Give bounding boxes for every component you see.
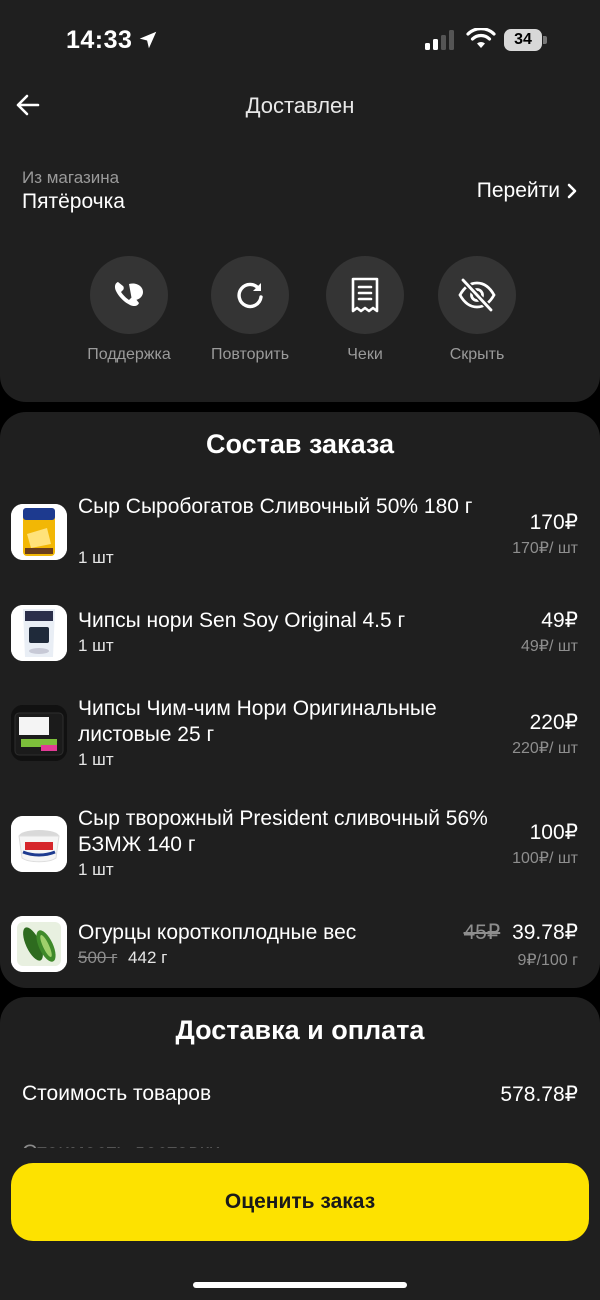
- item-name: Чипсы нори Sen Soy Original 4.5 г: [78, 609, 406, 632]
- rate-order-button[interactable]: Оценить заказ: [11, 1163, 589, 1241]
- status-time: 14:33: [66, 26, 133, 54]
- store-caption: Из магазина: [22, 168, 120, 187]
- item-qty-actual: 442 г: [128, 948, 168, 967]
- repeat-icon: [237, 282, 263, 309]
- hide-button[interactable]: Скрыть: [407, 256, 547, 364]
- item-price-old: 45₽: [463, 921, 501, 944]
- status-bar: 14:33 34: [0, 0, 600, 80]
- support-icon: [114, 282, 143, 307]
- support-button[interactable]: Поддержка: [59, 256, 199, 364]
- location-arrow-icon: [139, 31, 157, 49]
- item-qty: 500 г 442 г: [78, 948, 167, 968]
- goods-cost-value: 578.78₽: [500, 1083, 578, 1106]
- store-name: Пятёрочка: [22, 190, 125, 213]
- item-price: 100₽: [529, 821, 578, 844]
- item-price: 220₽: [529, 711, 578, 734]
- item-qty: 1 шт: [78, 548, 114, 567]
- goods-cost-label: Стоимость товаров: [22, 1082, 212, 1105]
- goto-store-label: Перейти: [476, 179, 560, 202]
- receipt-icon: [351, 277, 379, 313]
- order-section-title: Состав заказа: [205, 429, 394, 459]
- item-unit-price: 220₽/ шт: [512, 740, 578, 757]
- item-unit-price: 100₽/ шт: [512, 850, 578, 867]
- item-price-actual: 39.78₽: [512, 921, 578, 944]
- chevron-right-icon: [567, 183, 577, 199]
- item-qty: 1 шт: [78, 750, 114, 769]
- product-image-nori-chips: [11, 605, 67, 661]
- battery-tip: [543, 36, 547, 44]
- item-price: 49₽: [541, 609, 578, 632]
- item-qty: 1 шт: [78, 636, 114, 655]
- product-image-chimchim: [11, 705, 67, 761]
- item-qty: 1 шт: [78, 860, 114, 879]
- hide-icon: [458, 278, 496, 312]
- repeat-icon-circle: [211, 256, 289, 334]
- page-title: Доставлен: [245, 93, 355, 118]
- item-name: Сыр творожный President сливочный 56% БЗ…: [78, 807, 488, 856]
- receipt-icon-circle: [326, 256, 404, 334]
- item-price: 45₽ 39.78₽: [464, 920, 579, 945]
- product-image-cheese: [11, 504, 67, 560]
- item-unit-price: 9₽/100 г: [517, 952, 579, 969]
- order-items-card: Состав заказа Сыр Сыробогатов Сливочный …: [0, 412, 600, 988]
- home-indicator: [193, 1282, 407, 1288]
- item-name: Сыр Сыробогатов Сливочный 50% 180 г: [78, 495, 473, 518]
- cellular-signal-icon: [425, 30, 454, 50]
- hide-icon-circle: [438, 256, 516, 334]
- support-icon-circle: [90, 256, 168, 334]
- battery-indicator: 34: [504, 29, 542, 51]
- item-price: 170₽: [529, 511, 578, 534]
- delivery-section-title: Доставка и оплата: [175, 1015, 425, 1045]
- item-name: Огурцы короткоплодные вес: [78, 921, 357, 944]
- item-name: Чипсы Чим-чим Нори Оригинальные листовые…: [78, 697, 437, 746]
- goto-store-link[interactable]: Перейти: [477, 179, 578, 203]
- item-unit-price: 170₽/ шт: [512, 540, 578, 557]
- item-qty-old: 500 г: [78, 948, 118, 967]
- wifi-icon: [466, 28, 496, 48]
- support-label: Поддержка: [87, 346, 171, 363]
- item-unit-price: 49₽/ шт: [520, 638, 578, 655]
- product-image-cucumbers: [11, 916, 67, 972]
- hide-label: Скрыть: [449, 346, 505, 363]
- product-image-president-cheese: [11, 816, 67, 872]
